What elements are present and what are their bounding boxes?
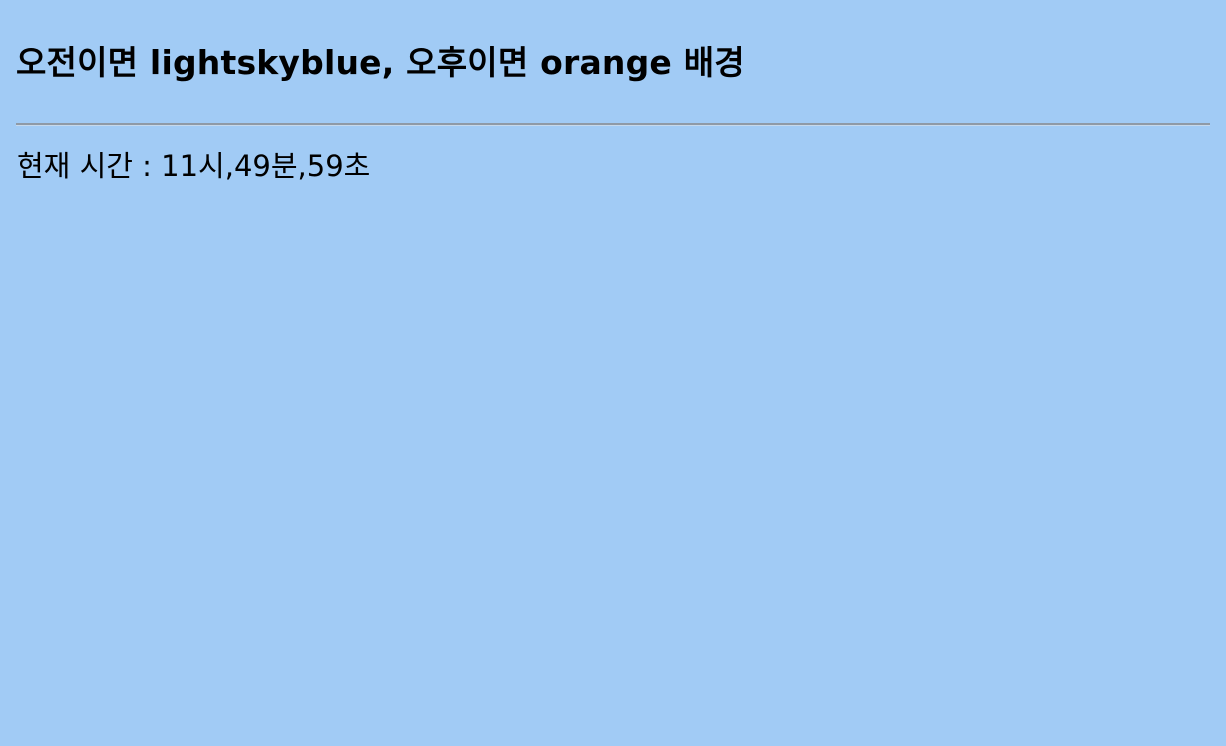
divider: [16, 123, 1210, 126]
current-time-text: 현재 시간 : 11시,49분,59초: [17, 149, 371, 183]
page: 오전이면 lightskyblue, 오후이면 orange 배경 현재 시간 …: [0, 0, 1226, 746]
page-title: 오전이면 lightskyblue, 오후이면 orange 배경: [16, 43, 745, 82]
